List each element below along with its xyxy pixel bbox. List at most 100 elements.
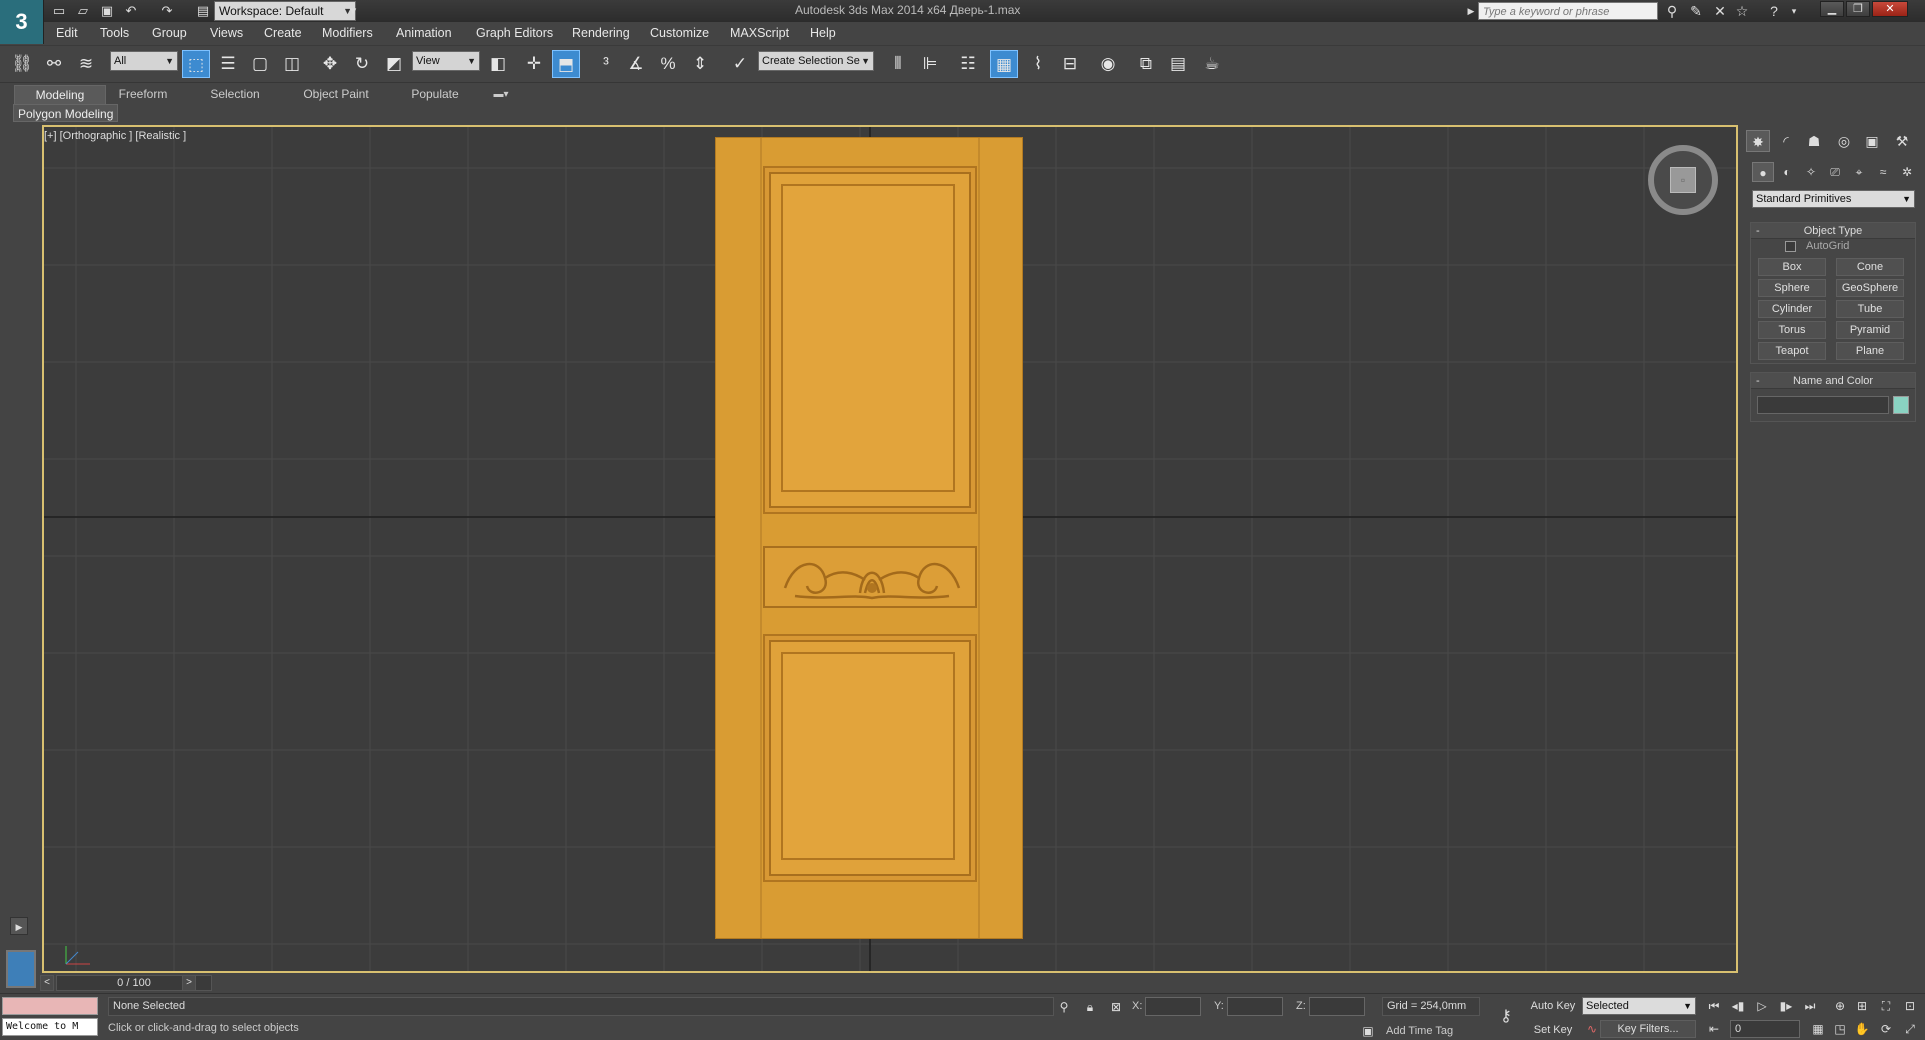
object-type-rollout-header[interactable]: - Object Type	[1751, 223, 1915, 239]
app-logo-icon[interactable]: 3	[0, 0, 44, 44]
save-file-icon[interactable]: ▣	[98, 2, 116, 20]
select-and-link-icon[interactable]: ⛓	[8, 50, 36, 78]
set-keys-key-icon[interactable]: ⚷	[1492, 1008, 1520, 1026]
set-key-button[interactable]: Set Key	[1528, 1020, 1578, 1040]
space-warps-subtab-icon[interactable]: ≈	[1872, 162, 1894, 182]
move-icon[interactable]: ✥	[316, 50, 344, 78]
pan-view-icon[interactable]: ✋	[1852, 1020, 1872, 1038]
rotate-icon[interactable]: ↻	[348, 50, 376, 78]
spinner-snap-icon[interactable]: ⇕	[686, 50, 714, 78]
schematic-view-icon[interactable]: ⊟	[1056, 50, 1084, 78]
project-folder-icon[interactable]: ▤	[194, 2, 212, 20]
selection-filter-dropdown[interactable]: All ▼	[110, 51, 178, 71]
maxscript-output[interactable]: Welcome to M	[2, 1018, 98, 1036]
menu-help[interactable]: Help	[810, 26, 836, 40]
binoculars-icon[interactable]: ⚲	[1662, 2, 1682, 20]
viewcube[interactable]: ▫	[1648, 145, 1718, 215]
edit-named-selection-icon[interactable]: ✓	[726, 50, 754, 78]
key-selection-dropdown[interactable]: Selected ▼	[1582, 997, 1696, 1015]
y-coord-input[interactable]	[1227, 997, 1283, 1016]
create-tab-icon[interactable]: ✸	[1746, 130, 1770, 152]
z-coord-input[interactable]	[1309, 997, 1365, 1016]
select-object-icon[interactable]: ⬚	[182, 50, 210, 78]
selection-lock-icon[interactable]: 🔒︎	[1080, 998, 1100, 1016]
menu-animation[interactable]: Animation	[396, 26, 452, 40]
viewport-label-menu[interactable]: [+] [Orthographic ] [Realistic ]	[44, 130, 186, 142]
mirror-icon[interactable]: ⫴	[884, 50, 912, 78]
polygon-modeling-panel[interactable]: Polygon Modeling	[13, 104, 119, 122]
ribbon-tab-selection[interactable]: Selection	[200, 85, 270, 104]
maximize-viewport-icon[interactable]: ⤢	[1900, 1020, 1920, 1038]
box-button[interactable]: Box	[1758, 258, 1826, 276]
isolate-selection-icon[interactable]: ⚲	[1054, 998, 1074, 1016]
viewport-layout-thumbnail[interactable]	[6, 950, 36, 988]
lights-subtab-icon[interactable]: ✧	[1800, 162, 1822, 182]
systems-subtab-icon[interactable]: ✲	[1896, 162, 1918, 182]
sphere-button[interactable]: Sphere	[1758, 279, 1826, 297]
new-file-icon[interactable]: ▭	[50, 2, 68, 20]
window-crossing-icon[interactable]: ◫	[278, 50, 306, 78]
maxscript-listener-input[interactable]	[2, 997, 98, 1015]
field-of-view-icon[interactable]: ▦	[1808, 1020, 1828, 1038]
go-to-end-icon[interactable]: ⏭	[1800, 997, 1820, 1015]
menu-rendering[interactable]: Rendering	[572, 26, 630, 40]
next-frame-icon[interactable]: ▮▸	[1776, 997, 1796, 1015]
select-manipulate-icon[interactable]: ✛	[520, 50, 548, 78]
tube-button[interactable]: Tube	[1836, 300, 1904, 318]
motion-tab-icon[interactable]: ◎	[1832, 130, 1856, 152]
zoom-region-icon[interactable]: ◳	[1830, 1020, 1850, 1038]
display-tab-icon[interactable]: ▣	[1860, 130, 1884, 152]
undo-icon[interactable]: ↶	[122, 2, 140, 20]
pivot-point-icon[interactable]: ◧	[484, 50, 512, 78]
object-color-swatch[interactable]	[1893, 396, 1909, 414]
menu-views[interactable]: Views	[210, 26, 243, 40]
time-slider-prev-button[interactable]: <	[40, 975, 54, 991]
time-tag-icon[interactable]: ▣	[1358, 1022, 1378, 1040]
rendered-frame-window-icon[interactable]: ▤	[1164, 50, 1192, 78]
communication-icon[interactable]: ✕	[1710, 2, 1730, 20]
modify-tab-icon[interactable]: ◜	[1774, 130, 1798, 152]
utilities-tab-icon[interactable]: ⚒	[1890, 130, 1914, 152]
ribbon-options-icon[interactable]: ▬▾	[486, 85, 516, 104]
menu-customize[interactable]: Customize	[650, 26, 709, 40]
minimize-button[interactable]: ▁	[1820, 1, 1844, 17]
helpers-subtab-icon[interactable]: ⌖	[1848, 162, 1870, 182]
cylinder-button[interactable]: Cylinder	[1758, 300, 1826, 318]
key-filters-button[interactable]: Key Filters...	[1600, 1020, 1696, 1038]
zoom-extents-all-icon[interactable]: ⊡	[1900, 997, 1920, 1015]
redo-icon[interactable]: ↷	[158, 2, 176, 20]
viewcube-face-icon[interactable]: ▫	[1670, 167, 1696, 193]
menu-edit[interactable]: Edit	[56, 26, 78, 40]
render-production-icon[interactable]: ☕	[1198, 50, 1226, 78]
orbit-icon[interactable]: ⟳	[1876, 1020, 1896, 1038]
menu-tools[interactable]: Tools	[100, 26, 129, 40]
previous-frame-icon[interactable]: ◂▮	[1728, 997, 1748, 1015]
go-to-start-icon[interactable]: ⏮	[1704, 997, 1724, 1015]
default-tangents-icon[interactable]: ∿	[1582, 1020, 1602, 1038]
rectangular-selection-icon[interactable]: ▢	[246, 50, 274, 78]
primitives-dropdown[interactable]: Standard Primitives ▼	[1752, 190, 1915, 208]
ribbon-toggle-icon[interactable]: ▦	[990, 50, 1018, 78]
reference-coordinate-dropdown[interactable]: View ▼	[412, 51, 480, 71]
menu-create[interactable]: Create	[264, 26, 302, 40]
material-editor-icon[interactable]: ◉	[1094, 50, 1122, 78]
shapes-subtab-icon[interactable]: ◐	[1776, 162, 1798, 182]
cameras-subtab-icon[interactable]: ⎚	[1824, 162, 1846, 182]
angle-snap-icon[interactable]: ∡	[622, 50, 650, 78]
current-frame-input[interactable]: 0	[1730, 1020, 1800, 1038]
autogrid-checkbox[interactable]	[1785, 241, 1796, 252]
geometry-subtab-icon[interactable]: ●	[1752, 162, 1774, 182]
geosphere-button[interactable]: GeoSphere	[1836, 279, 1904, 297]
close-button[interactable]: ✕	[1872, 1, 1908, 17]
ribbon-tab-object-paint[interactable]: Object Paint	[294, 85, 378, 104]
menu-maxscript[interactable]: MAXScript	[730, 26, 789, 40]
ribbon-tab-modeling[interactable]: Modeling	[14, 85, 106, 104]
expand-viewport-layout-icon[interactable]: ▶	[10, 917, 28, 935]
pyramid-button[interactable]: Pyramid	[1836, 321, 1904, 339]
curve-editor-icon[interactable]: ⌇	[1024, 50, 1052, 78]
subscription-icon[interactable]: ✎	[1686, 2, 1706, 20]
zoom-icon[interactable]: ⊕	[1830, 997, 1850, 1015]
help-icon[interactable]: ?	[1764, 2, 1784, 20]
cone-button[interactable]: Cone	[1836, 258, 1904, 276]
teapot-button[interactable]: Teapot	[1758, 342, 1826, 360]
